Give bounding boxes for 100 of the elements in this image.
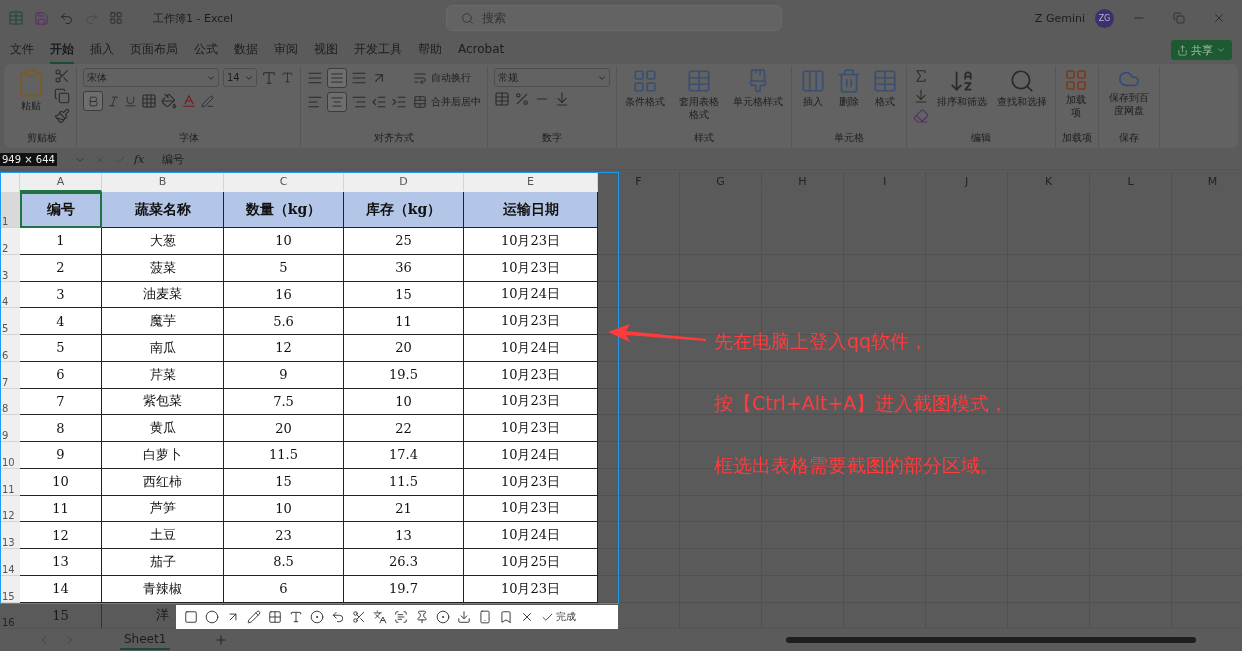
restore-icon[interactable] [1173,12,1185,24]
phonetic-icon[interactable] [201,94,214,108]
ribbon-tab[interactable]: 公式 [194,36,218,64]
middle-align-icon [330,71,344,85]
style-button[interactable]: 套用表格格式 [673,68,725,121]
save-icon[interactable] [34,10,49,26]
table-cell: 19.7 [344,575,464,603]
row-header[interactable]: 2 [0,228,20,255]
ribbon-tab[interactable]: 帮助 [418,36,442,64]
scissors-icon[interactable] [352,610,366,624]
table-cell: 12 [20,522,102,549]
share-button[interactable]: 共享 [1171,40,1232,60]
table-cell: 南瓜 [102,335,224,362]
pencil-icon[interactable] [247,610,261,624]
table-cell: 11 [20,495,102,523]
phone-icon[interactable] [478,610,492,624]
column-header[interactable]: B [102,172,224,192]
indent-icon[interactable] [391,94,407,110]
font-color-icon[interactable] [181,93,197,109]
header-cell: 库存（kg） [344,192,464,228]
table-cell: 11 [344,308,464,335]
align-left-icon[interactable] [307,94,323,110]
user-avatar[interactable]: ZG [1095,8,1114,28]
eraser-icon[interactable] [913,108,929,124]
borders-icon[interactable] [141,93,157,109]
outdent-icon[interactable] [371,94,387,110]
table-cell: 土豆 [102,522,224,549]
row-header[interactable]: 13 [0,522,20,549]
column-header[interactable]: A [20,172,102,192]
top-align-icon[interactable] [307,70,323,86]
wrap-text-icon [413,71,427,85]
translate-icon[interactable] [373,610,387,624]
table-cell: 白萝卜 [102,442,224,469]
rectangle-icon[interactable] [184,610,198,624]
column-header[interactable]: C [224,172,344,192]
add-ins-button[interactable]: 加载项 [1062,68,1090,119]
sheet-tab[interactable]: Sheet1 [120,630,171,650]
row-header[interactable]: 1 [0,192,20,228]
table-cell: 8 [20,415,102,442]
row-header[interactable]: 10 [0,442,20,469]
cut-icon[interactable] [54,68,70,84]
bookmark-icon[interactable] [499,610,513,624]
sum-icon[interactable] [913,68,929,84]
table-cell: 23 [224,522,344,549]
format-painter-icon[interactable] [54,108,70,124]
row-header[interactable]: 9 [0,415,20,442]
column-header[interactable]: D [344,172,464,192]
table-cell: 10 [224,495,344,523]
insert-function-button[interactable]: fx [134,153,145,166]
cells-button[interactable]: 格式 [870,68,900,109]
search-icon [1009,68,1035,94]
annotation-text: 框选出表格需要截图的部分区域。 [714,453,1000,478]
grow-font-icon[interactable] [261,69,277,86]
fill-down-icon[interactable] [913,88,929,104]
group-label: 编辑 [970,131,992,145]
download-icon[interactable] [457,610,471,624]
ribbon-tab[interactable]: 开发工具 [354,36,402,64]
scan-text-icon[interactable] [394,610,408,624]
column-header[interactable]: E [464,172,598,192]
align-center-icon [330,95,344,109]
fill-color-icon[interactable] [161,93,177,109]
wrap-text-button[interactable]: 自动换行 [413,68,481,88]
font-size-field[interactable]: 14 [223,68,257,87]
ribbon-tab[interactable]: 文件 [10,36,34,64]
grid-icon [1064,68,1088,92]
ribbon-tab[interactable]: 审阅 [274,36,298,64]
ribbon-tab[interactable]: Acrobat [458,38,505,62]
table-cell: 10 [224,228,344,255]
table-cell: 17.4 [344,442,464,469]
caret-icon [1216,45,1226,55]
text-icon[interactable] [289,610,303,624]
shrink-font-icon[interactable] [281,71,294,84]
underline-icon[interactable] [124,94,137,108]
close-icon[interactable] [520,610,534,624]
align-right-icon[interactable] [351,94,367,110]
align-center-button[interactable] [327,92,347,112]
cells-button[interactable]: 删除 [834,68,864,109]
undo-icon[interactable] [331,610,345,624]
row-header[interactable]: 6 [0,335,20,362]
row-header[interactable]: 5 [0,308,20,335]
form-icon[interactable] [109,11,123,25]
table-cell: 10 [344,388,464,416]
percent-icon[interactable] [514,91,530,107]
row-header[interactable]: 14 [0,549,20,576]
mosaic-icon[interactable] [268,610,282,624]
table-cell: 青辣椒 [102,575,224,603]
copy-icon[interactable] [54,88,70,104]
middle-align-button[interactable] [327,68,347,88]
style-button[interactable]: 条件格式 [623,68,667,109]
done-button[interactable]: 完成 [541,610,576,624]
horizontal-scrollbar[interactable] [786,637,1196,643]
add-sheet-icon[interactable] [214,633,229,647]
ellipse-icon[interactable] [205,610,219,624]
bold-button[interactable] [83,91,103,111]
ribbon-tab[interactable]: 视图 [314,36,338,64]
pin-icon[interactable] [415,610,429,624]
italic-icon[interactable] [107,94,120,108]
bottom-align-icon[interactable] [351,70,367,86]
record-icon[interactable] [436,610,450,624]
font-name-field[interactable]: 宋体 [83,68,219,87]
